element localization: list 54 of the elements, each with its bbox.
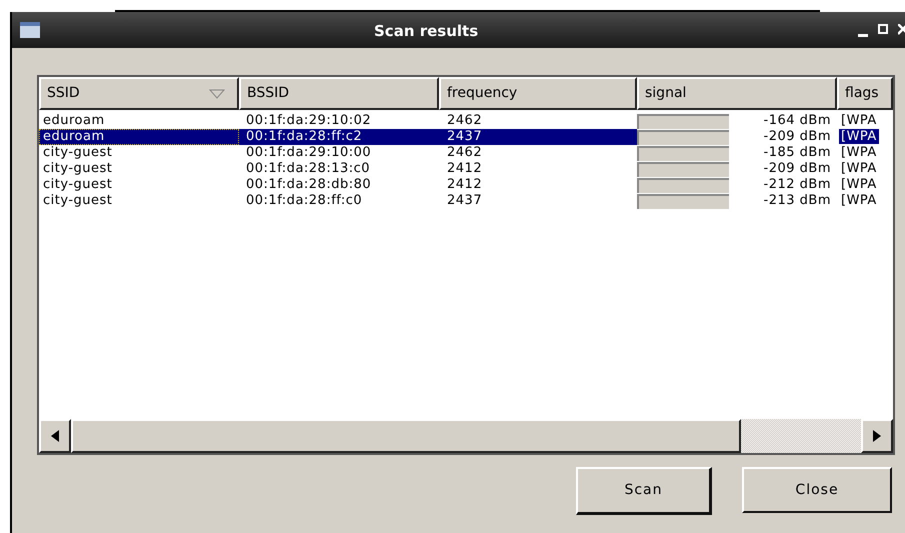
- table-cell-text: 00:1f:da:29:10:02: [245, 113, 372, 129]
- table-cell-text: [WPA: [840, 145, 878, 160]
- table-row[interactable]: eduroam 00:1f:da:29:10:02 2462 -164 dBm [WPA: [39, 113, 893, 129]
- table-cell-text: 2462: [446, 145, 484, 161]
- table-row[interactable]: eduroam 00:1f:da:28:ff:c2 2437 -209 dBm [WPA: [39, 129, 893, 145]
- table-row[interactable]: city-guest 00:1f:da:29:10:00 2462 -185 dBm [WPA: [39, 145, 893, 161]
- window-title: Scan results: [374, 21, 478, 42]
- table-cell-text: 00:1f:da:29:10:00: [245, 145, 372, 161]
- right-arrow-icon: [873, 430, 881, 442]
- table-cell: eduroam: [39, 129, 239, 145]
- table-cell-text: [WPA: [840, 193, 878, 208]
- close-icon[interactable]: [898, 24, 905, 35]
- table-cell: 2437: [439, 129, 637, 145]
- table-cell-text: 2437: [446, 193, 484, 209]
- column-header[interactable]: BSSID: [239, 77, 439, 110]
- left-arrow-icon: [51, 430, 59, 442]
- column-header[interactable]: frequency: [439, 77, 637, 110]
- table-cell-text: -164 dBm: [764, 113, 832, 129]
- table-cell-text: 2412: [446, 177, 484, 193]
- column-header[interactable]: SSID: [39, 77, 239, 110]
- table-cell-text: [WPA: [840, 113, 878, 128]
- window-icon[interactable]: [20, 22, 40, 38]
- table-cell-text: 2462: [446, 113, 484, 129]
- table-row[interactable]: city-guest 00:1f:da:28:ff:c0 2437 -213 dBm [WPA: [39, 193, 893, 209]
- table-cell-text: -185 dBm: [764, 145, 832, 161]
- table-cell-text: 00:1f:da:28:13:c0: [245, 161, 372, 177]
- column-header[interactable]: signal: [637, 77, 837, 110]
- table-cell-text: -209 dBm: [764, 161, 832, 177]
- table-cell: [WPA: [839, 129, 879, 144]
- table-cell-text: -212 dBm: [764, 177, 832, 193]
- table-cell-text: 2412: [446, 161, 484, 177]
- table-cell-text: city-guest: [42, 177, 114, 193]
- table-cell-text: city-guest: [42, 145, 114, 161]
- maximize-icon[interactable]: [878, 24, 888, 34]
- table-cell-text: -209 dBm: [764, 129, 832, 145]
- column-header[interactable]: flags: [837, 77, 893, 110]
- table-cell-text: eduroam: [42, 113, 106, 129]
- sort-indicator-icon: [209, 88, 225, 98]
- table-cell-text: -213 dBm: [764, 193, 832, 209]
- horizontal-scrollbar[interactable]: [39, 419, 893, 453]
- table-cell: 00:1f:da:28:ff:c2: [239, 129, 439, 145]
- table-cell-text: city-guest: [42, 161, 114, 177]
- table-cell-text: [WPA: [840, 161, 878, 176]
- dialog-button[interactable]: Scan: [576, 467, 712, 515]
- scroll-left-button[interactable]: [39, 419, 71, 453]
- table-cell-text: city-guest: [42, 193, 114, 209]
- table-cell-text: [WPA: [840, 177, 878, 192]
- scrollbar-thumb[interactable]: [71, 419, 741, 453]
- scroll-right-button[interactable]: [861, 419, 893, 453]
- table-row[interactable]: city-guest 00:1f:da:28:db:80 2412 -212 dBm [WPA: [39, 177, 893, 193]
- table-cell-text: 00:1f:da:28:ff:c0: [245, 193, 364, 209]
- dialog-button[interactable]: Close: [742, 467, 892, 513]
- table-row[interactable]: city-guest 00:1f:da:28:13:c0 2412 -209 dBm [WPA: [39, 161, 893, 177]
- table-cell-text: 00:1f:da:28:db:80: [245, 177, 372, 193]
